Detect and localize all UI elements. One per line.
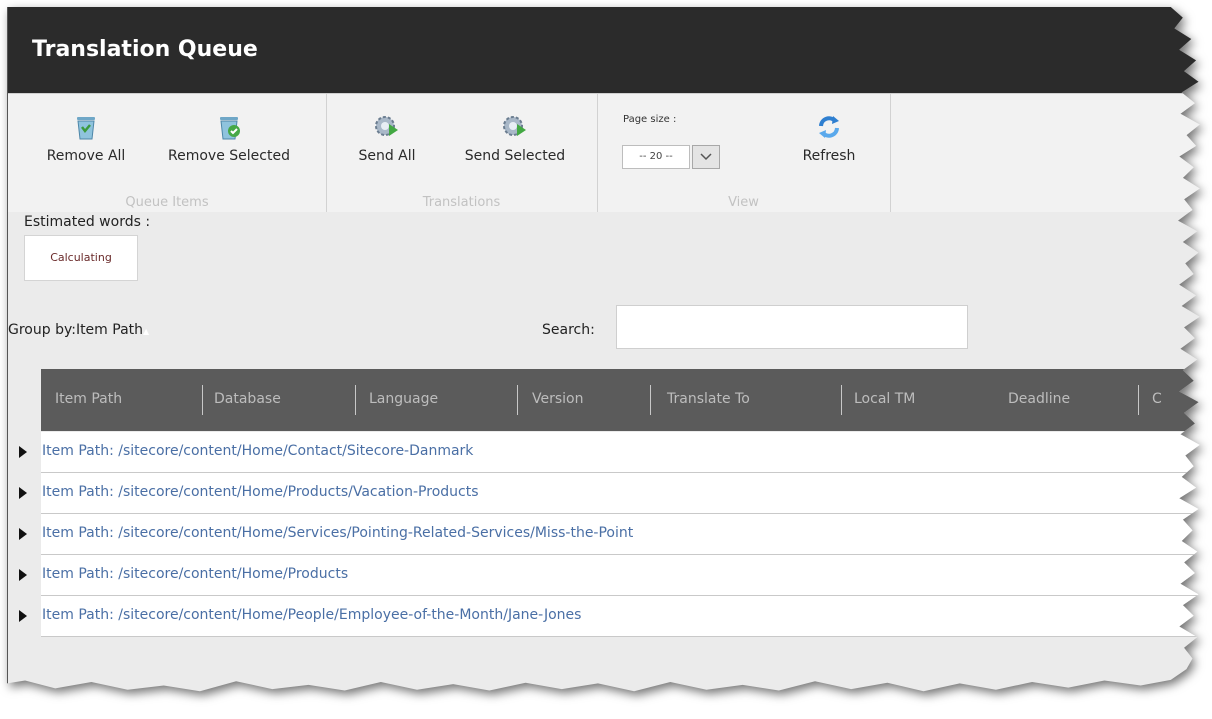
remove-selected-label: Remove Selected [168,148,290,164]
send-selected-button[interactable]: Send Selected [452,112,578,164]
expand-arrow-icon[interactable] [19,610,27,622]
send-all-label: Send All [358,148,416,164]
page-size-dropdown-button[interactable] [692,145,720,169]
group-row-label[interactable]: Item Path: /sitecore/content/Home/Produc… [42,484,479,500]
group-row-label[interactable]: Item Path: /sitecore/content/Home/Servic… [42,525,633,541]
ribbon-group-translations: Send All Send Selected Translations [326,94,598,212]
search-label: Search: [542,322,595,338]
expand-arrow-icon[interactable] [19,446,27,458]
translation-queue-panel: Translation Queue Remove All Remove Sele… [7,7,1200,692]
send-all-button[interactable]: Send All [350,112,424,164]
sort-caret-icon: ▲ [143,327,150,336]
group-row-label[interactable]: Item Path: /sitecore/content/Home/Produc… [42,566,348,582]
group-by-label[interactable]: Group by:Item Path▲ [8,322,149,338]
remove-all-button[interactable]: Remove All [34,112,138,164]
refresh-label: Refresh [802,148,856,164]
column-header-version[interactable]: Version [532,391,583,407]
column-header-database[interactable]: Database [214,391,281,407]
ribbon-toolbar: Remove All Remove Selected Queue Items S… [8,93,1200,212]
gear-send-icon [372,112,402,142]
gear-send-icon [500,112,530,142]
send-selected-label: Send Selected [464,148,566,164]
column-header-translate-to[interactable]: Translate To [667,391,750,407]
refresh-button[interactable]: Refresh [793,112,865,164]
refresh-icon [814,112,844,142]
column-divider [517,385,518,415]
column-header-local-tm[interactable]: Local TM [854,391,915,407]
group-row-label[interactable]: Item Path: /sitecore/content/Home/People… [42,607,581,623]
group-row: Item Path: /sitecore/content/Home/Produc… [8,555,1200,596]
view-caption: View [728,195,759,210]
column-header-item-path[interactable]: Item Path [55,391,122,407]
trash-check-icon [214,112,244,142]
trash-bin-icon [71,112,101,142]
ribbon-group-view: Page size : -- 20 -- Refresh View [597,94,891,212]
queue-items-caption: Queue Items [125,195,209,210]
column-divider [650,385,651,415]
expand-arrow-icon[interactable] [19,528,27,540]
group-row: Item Path: /sitecore/content/Home/Contac… [8,432,1200,473]
page-size-value: -- 20 -- [622,145,690,169]
expand-arrow-icon[interactable] [19,569,27,581]
screenshot-frame: Translation Queue Remove All Remove Sele… [0,0,1212,719]
column-divider [202,385,203,415]
estimated-words-value: Calculating [24,235,138,281]
search-input[interactable] [616,305,968,349]
grid-header: Item Path Database Language Version Tran… [41,369,1200,431]
column-header-deadline[interactable]: Deadline [1008,391,1070,407]
column-divider [1138,385,1139,415]
column-divider [841,385,842,415]
expand-arrow-icon[interactable] [19,487,27,499]
group-by-text: Group by:Item Path [8,322,144,338]
translations-caption: Translations [422,195,501,210]
remove-selected-button[interactable]: Remove Selected [154,112,304,164]
title-bar: Translation Queue [8,7,1200,93]
page-title: Translation Queue [32,37,258,62]
page-size-select[interactable]: -- 20 -- [622,145,720,169]
group-row: Item Path: /sitecore/content/Home/People… [8,596,1200,637]
page-size-label: Page size : [623,114,677,125]
chevron-down-icon [693,153,719,172]
column-header-language[interactable]: Language [369,391,438,407]
remove-all-label: Remove All [46,148,126,164]
estimated-words-label: Estimated words : [24,214,151,230]
group-row: Item Path: /sitecore/content/Home/Servic… [8,514,1200,555]
column-divider [355,385,356,415]
ribbon-group-queue-items: Remove All Remove Selected Queue Items [8,94,327,212]
column-header-c[interactable]: C [1152,391,1162,407]
group-row-label[interactable]: Item Path: /sitecore/content/Home/Contac… [42,443,473,459]
group-row: Item Path: /sitecore/content/Home/Produc… [8,473,1200,514]
